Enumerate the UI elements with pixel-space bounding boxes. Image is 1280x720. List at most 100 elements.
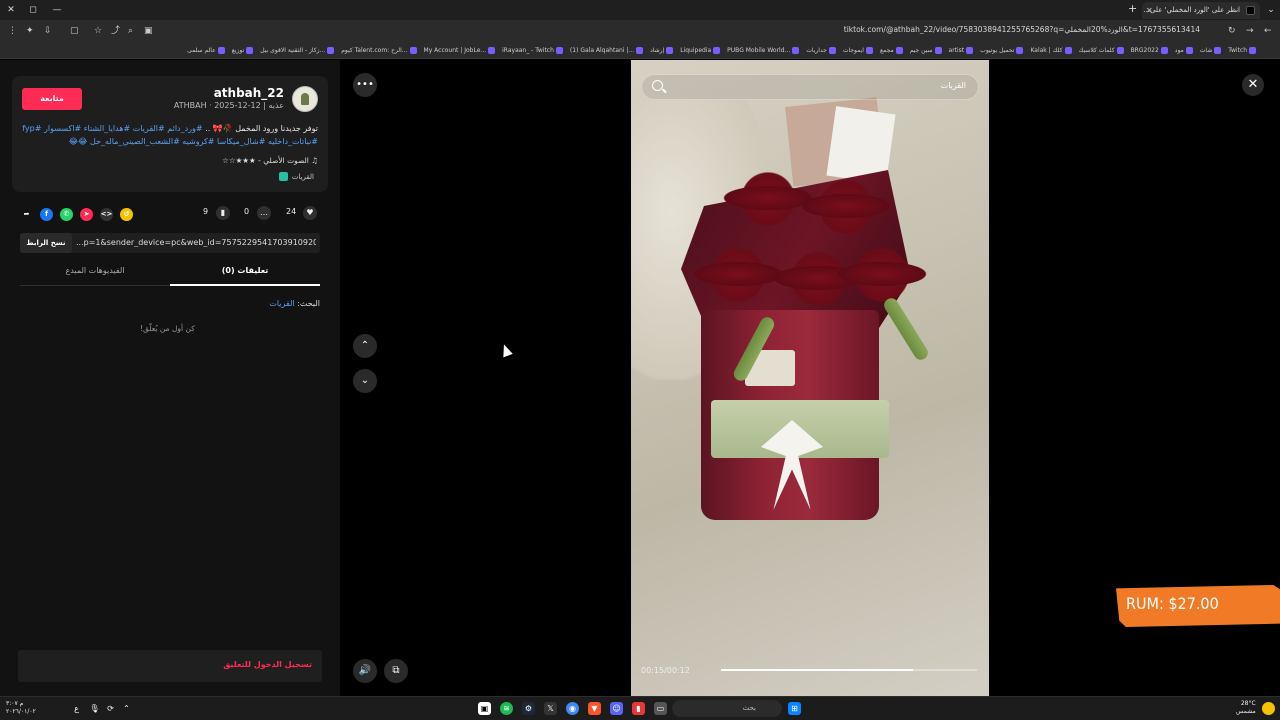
more-options-icon[interactable]: ••• [353,73,377,97]
spotify-icon[interactable]: ≋ [500,702,513,715]
bookmark-label: إرشاد [650,46,665,54]
bookmark-item[interactable]: (1) Gala Alqahtani |... [570,46,644,54]
bookmark-item[interactable]: Twitch [1228,46,1256,54]
url-field[interactable]: tiktok.com/@athbah_22/video/758303894125… [680,25,1200,34]
file-explorer-icon[interactable]: ▭ [654,702,667,715]
bookmark-item[interactable]: كلمات كلاسيك [1079,46,1124,54]
sidebar-icon[interactable]: ▢ [70,25,79,37]
heart-icon[interactable]: ♥ [303,206,317,220]
share-link-text[interactable]: ...p=1&sender_device=pc&web_id=757522954… [76,238,316,247]
share-page-icon[interactable]: ⤴ [111,25,120,37]
bookmark-item[interactable]: شات [1200,46,1222,54]
taskbar-search[interactable]: بحث [672,700,782,717]
bookmark-favicon-icon [966,46,974,54]
microphone-icon[interactable]: 🎙 [88,702,101,715]
repost-icon[interactable]: ↺ [120,208,133,221]
copy-link-button[interactable]: نسخ الرابط [20,233,72,253]
bookmark-icon[interactable]: ▮ [216,206,230,220]
chrome-icon[interactable]: ◉ [566,702,579,715]
video-search-bar[interactable]: القريات [641,74,979,100]
bookmark-label: مود [1174,46,1184,54]
bookmark-item[interactable]: Kalak | كلك [1030,46,1072,54]
avatar[interactable] [292,86,318,112]
video-player[interactable]: القريات 00:15/00:12 [631,60,989,696]
minimize-window-icon[interactable]: — [50,3,64,17]
bookmark-item[interactable]: BRG2022 [1131,46,1168,54]
bookmark-item[interactable]: My Account | JobLe... [424,46,496,54]
embed-code-icon[interactable]: <> [100,208,113,221]
menu-icon[interactable]: ⋮ [8,25,17,37]
browser-tab[interactable]: ✕ انظر على 'الورد المخملي' على... [1142,2,1260,19]
bookmark-item[interactable]: عالم سلمى [187,46,225,54]
close-video-icon[interactable]: ✕ [1242,74,1264,96]
task-view-icon[interactable]: ▣ [478,702,491,715]
bookmark-item[interactable]: PUBG Mobile World... [727,46,800,54]
bookmark-item[interactable]: ايموجات [843,46,873,54]
forward-icon[interactable]: → [1246,25,1254,37]
video-timecode: 00:15/00:12 [641,666,690,675]
location-tag[interactable]: القريات [278,172,314,181]
search-icon[interactable] [652,80,663,91]
app-red-icon[interactable]: ▮ [632,702,645,715]
x-app-icon[interactable]: 𝕏 [544,702,557,715]
bookmark-item[interactable]: مجمع [880,46,903,54]
bookmark-item[interactable]: مود [1174,46,1193,54]
pip-icon[interactable]: ⧉ [384,659,408,683]
bookmark-favicon-icon [792,46,800,54]
follow-button[interactable]: متابعة [22,88,82,110]
clock[interactable]: م ٣:٠٧ ٢٠٢٦/٠١/٠٢ [6,700,36,716]
sync-icon[interactable]: ⟳ [104,702,117,715]
bookmark-star-icon[interactable]: ☆ [94,25,102,37]
music-label[interactable]: ♫ الصوت الأصلي - ★★★☆☆ [222,156,318,165]
comment-icon[interactable]: … [257,206,271,220]
bookmark-item[interactable]: سين جيم [910,46,942,54]
language-icon[interactable]: ع [70,702,83,715]
steam-icon[interactable]: ⚙ [522,702,535,715]
username[interactable]: athbah_22 [214,86,284,100]
velvet-flower [717,170,819,228]
new-tab-icon[interactable]: + [1128,2,1137,15]
maximize-window-icon[interactable]: ◻ [26,3,40,17]
tab-menu-icon[interactable]: ⌄ [1264,3,1278,17]
bookmark-favicon-icon [1160,46,1168,54]
zoom-icon[interactable]: ⌕ [128,25,133,37]
clock-date: ٢٠٢٦/٠١/٠٢ [6,708,36,715]
bookmark-item[interactable]: جداريات [806,46,836,54]
download-icon[interactable]: ⇩ [44,25,52,37]
send-to-friend-icon[interactable]: ➤ [80,208,93,221]
whatsapp-icon[interactable]: ✆ [60,208,73,221]
weather-widget[interactable]: 28°C مشمس [1236,700,1256,716]
tab-comments[interactable]: تعليقات (0) [170,266,320,275]
tray-chevron-icon[interactable]: ⌃ [120,702,133,715]
reload-icon[interactable]: ↻ [1228,25,1236,37]
price-overlay: RUM: $27.00 [1116,585,1280,627]
video-progress-bar[interactable] [721,669,977,671]
back-icon[interactable]: ← [1264,25,1272,37]
next-video-icon[interactable]: ⌄ [353,369,377,393]
comment-input-bar[interactable]: تسجيل الدخول للتعليق [18,650,322,682]
close-window-icon[interactable]: ✕ [4,3,18,17]
bookmark-item[interactable]: توزيع [232,46,254,54]
volume-icon[interactable]: 🔊 [353,659,377,683]
discord-icon[interactable]: ☺ [610,702,623,715]
facebook-icon[interactable]: f [40,208,53,221]
velvet-flower [795,178,897,236]
bookmark-item[interactable]: كيوم Talent.com: الرح... [341,46,417,54]
search-keyword[interactable]: القريات [269,299,294,308]
brave-icon[interactable]: ▼ [588,702,601,715]
extension-icon[interactable]: ✦ [26,25,34,37]
install-app-icon[interactable]: ▣ [144,25,153,37]
login-to-comment-link[interactable]: تسجيل الدخول للتعليق [223,660,312,669]
bookmark-item[interactable]: تحميل يوتيوب [980,46,1024,54]
windows-start-icon[interactable]: ⊞ [788,702,801,715]
bookmark-item[interactable]: iRayaan_ - Twitch [502,46,563,54]
previous-video-icon[interactable]: ⌃ [353,334,377,358]
active-tab-indicator [170,284,320,286]
tab-close-icon[interactable]: ✕ [1146,2,1153,19]
share-arrow-icon[interactable]: ➦ [20,208,33,221]
bookmark-item[interactable]: إرشاد [650,46,674,54]
bookmark-item[interactable]: artist [949,46,974,54]
bookmark-item[interactable]: Liquipedia [680,46,721,54]
tab-creator-videos[interactable]: الفيديوهات المبدع [20,266,170,275]
bookmark-item[interactable]: زكاز - الثقنية الاقوى بيل... [260,46,335,54]
